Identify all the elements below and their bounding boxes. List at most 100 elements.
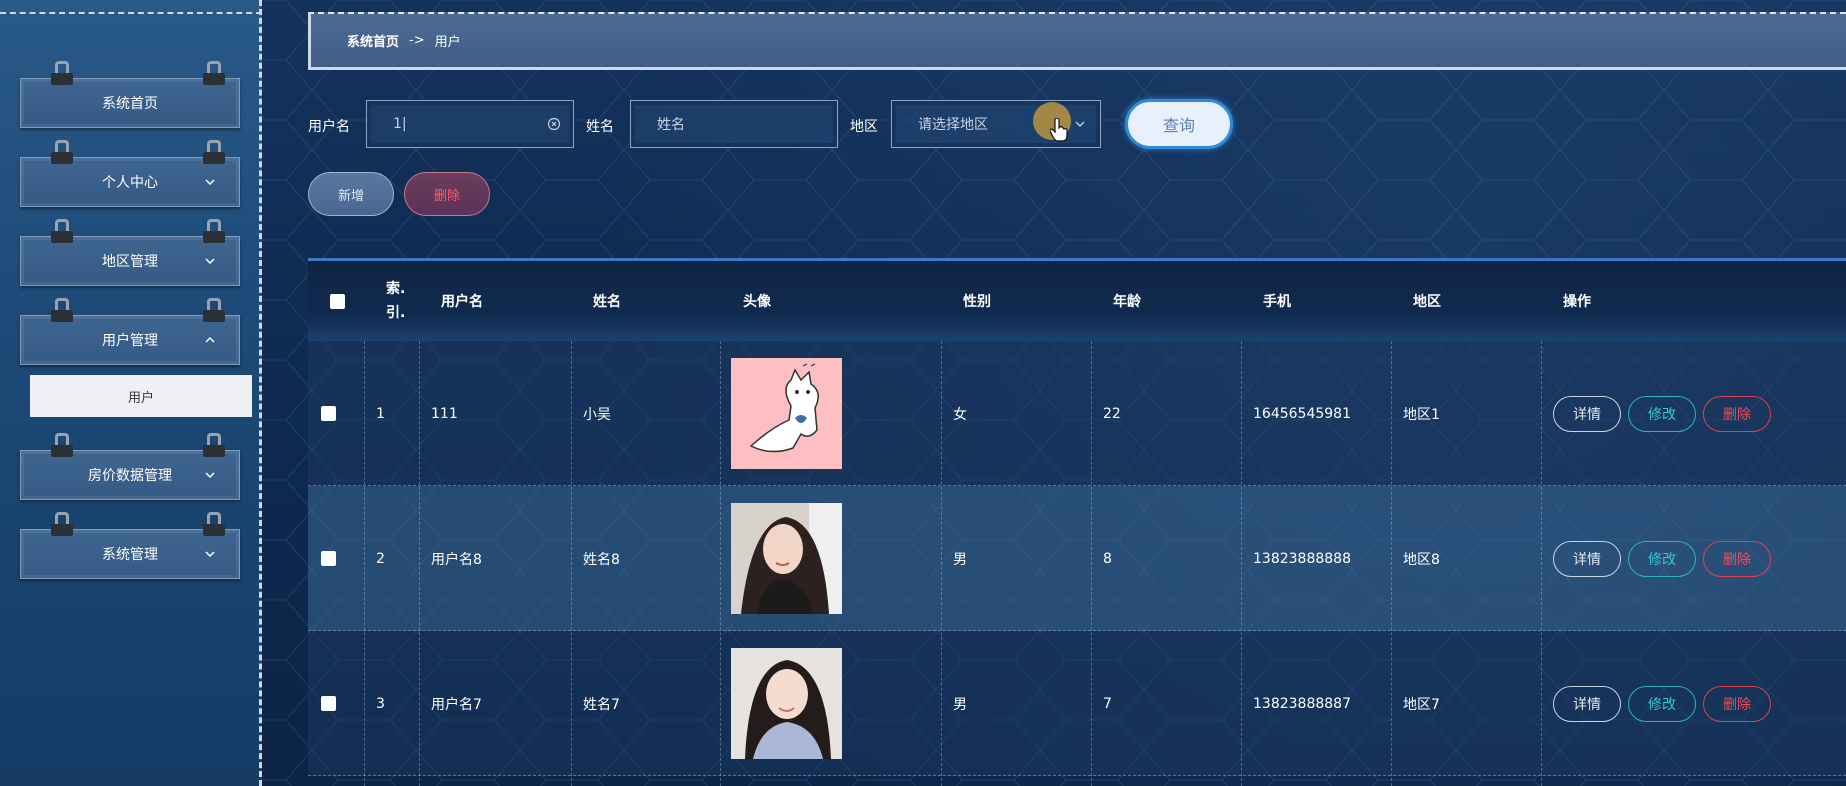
chevron-down-icon bbox=[205, 551, 215, 558]
binder-clip-icon bbox=[203, 512, 225, 540]
sidebar-item-region-management[interactable]: 地区管理 bbox=[20, 219, 240, 286]
binder-clip-icon bbox=[203, 298, 225, 326]
cell-gender: 男 bbox=[953, 551, 967, 568]
submenu-item-user[interactable]: 用户 bbox=[30, 375, 252, 417]
cell-phone: 13823888887 bbox=[1253, 695, 1351, 712]
cell-region: 地区7 bbox=[1403, 696, 1440, 713]
delete-button[interactable]: 删除 bbox=[1703, 685, 1771, 722]
table-header: 索. 引. 用户名 姓名 头像 性别 年龄 手机 地区 操作 bbox=[308, 261, 1846, 341]
clear-icon[interactable] bbox=[547, 117, 561, 131]
select-all-checkbox[interactable] bbox=[330, 261, 345, 341]
binder-clip-icon bbox=[203, 219, 225, 247]
username-input-value: 1| bbox=[393, 116, 407, 132]
sidebar-item-label: 个人中心 bbox=[102, 175, 158, 191]
add-button-label: 新增 bbox=[337, 188, 364, 204]
cell-gender: 女 bbox=[953, 406, 967, 423]
user-table: 索. 引. 用户名 姓名 头像 性别 年龄 手机 地区 操作 1 111 小吴 … bbox=[308, 258, 1846, 786]
edit-button[interactable]: 修改 bbox=[1628, 395, 1696, 432]
edit-button[interactable]: 修改 bbox=[1628, 685, 1696, 722]
column-header-index: 索. 引. bbox=[386, 261, 405, 341]
cell-avatar bbox=[731, 486, 842, 631]
cell-actions: 详情 修改 删除 bbox=[1553, 631, 1778, 776]
column-divider bbox=[1541, 341, 1542, 786]
sidebar-item-user-management[interactable]: 用户管理 bbox=[20, 298, 240, 365]
cell-username: 111 bbox=[431, 405, 458, 422]
cell-phone: 13823888888 bbox=[1253, 550, 1351, 567]
binder-clip-icon bbox=[51, 433, 73, 461]
column-header-index-line2: 引. bbox=[386, 305, 406, 321]
sidebar-item-label: 房价数据管理 bbox=[88, 468, 172, 484]
column-header-actions: 操作 bbox=[1563, 294, 1591, 310]
column-header-age: 年龄 bbox=[1113, 294, 1141, 310]
cell-age: 22 bbox=[1103, 405, 1121, 422]
chevron-down-icon bbox=[205, 179, 215, 186]
column-divider bbox=[941, 341, 942, 786]
photo-avatar[interactable] bbox=[731, 648, 842, 759]
cell-name: 小吴 bbox=[583, 406, 611, 423]
cell-index: 2 bbox=[376, 550, 385, 567]
column-header-name: 姓名 bbox=[593, 294, 621, 310]
binder-clip-icon bbox=[51, 61, 73, 89]
cell-actions: 详情 修改 删除 bbox=[1553, 341, 1778, 486]
name-input-placeholder: 姓名 bbox=[657, 117, 685, 133]
binder-clip-icon bbox=[203, 433, 225, 461]
column-header-gender: 性别 bbox=[963, 294, 991, 310]
detail-button[interactable]: 详情 bbox=[1553, 685, 1621, 722]
column-divider bbox=[720, 341, 721, 786]
table-row: 1 111 小吴 女 22 16456545981 地区1 详情 修改 删除 bbox=[308, 341, 1846, 486]
cell-index: 3 bbox=[376, 695, 385, 712]
name-label: 姓名 bbox=[586, 119, 614, 135]
cell-region: 地区8 bbox=[1403, 551, 1440, 568]
binder-clip-icon bbox=[51, 512, 73, 540]
breadcrumb-current: 用户 bbox=[434, 35, 461, 50]
chevron-up-icon bbox=[205, 336, 215, 343]
breadcrumb: 系统首页 -> 用户 bbox=[308, 12, 1846, 70]
cell-username: 用户名7 bbox=[431, 696, 482, 713]
photo-avatar[interactable] bbox=[731, 503, 842, 614]
table-row: 3 用户名7 姓名7 男 7 13823888887 地区7 详情 修改 删除 bbox=[308, 631, 1846, 776]
column-header-region: 地区 bbox=[1413, 294, 1441, 310]
detail-button[interactable]: 详情 bbox=[1553, 540, 1621, 577]
sidebar-item-house-price-management[interactable]: 房价数据管理 bbox=[20, 433, 240, 500]
chevron-down-icon bbox=[1075, 121, 1085, 127]
cell-region: 地区1 bbox=[1403, 406, 1440, 423]
cell-actions: 详情 修改 删除 bbox=[1553, 486, 1778, 631]
query-button[interactable]: 查询 bbox=[1125, 99, 1233, 149]
column-header-index-line1: 索. bbox=[386, 281, 406, 297]
sidebar: 系统首页 个人中心 地区管理 用户管理 用户 房价数据管理 系统管理 bbox=[0, 0, 262, 786]
query-button-label: 查询 bbox=[1162, 116, 1195, 135]
breadcrumb-home[interactable]: 系统首页 bbox=[347, 31, 399, 50]
batch-delete-button[interactable]: 删除 bbox=[404, 172, 490, 216]
cell-name: 姓名7 bbox=[583, 696, 620, 713]
row-checkbox[interactable] bbox=[321, 341, 336, 486]
cell-phone: 16456545981 bbox=[1253, 405, 1351, 422]
username-input[interactable]: 1| bbox=[366, 100, 574, 148]
sidebar-item-home[interactable]: 系统首页 bbox=[20, 61, 240, 128]
cartoon-cat-avatar[interactable] bbox=[731, 358, 842, 469]
column-divider bbox=[419, 341, 420, 786]
delete-button[interactable]: 删除 bbox=[1703, 395, 1771, 432]
cell-username: 用户名8 bbox=[431, 551, 482, 568]
batch-delete-button-label: 删除 bbox=[433, 188, 460, 204]
edit-button[interactable]: 修改 bbox=[1628, 540, 1696, 577]
name-input[interactable]: 姓名 bbox=[630, 100, 838, 148]
add-button[interactable]: 新增 bbox=[308, 172, 394, 216]
delete-button[interactable]: 删除 bbox=[1703, 540, 1771, 577]
binder-clip-icon bbox=[203, 61, 225, 89]
sidebar-item-label: 系统管理 bbox=[102, 547, 158, 563]
sidebar-item-personal-center[interactable]: 个人中心 bbox=[20, 140, 240, 207]
cell-index: 1 bbox=[376, 405, 385, 422]
cell-avatar bbox=[731, 341, 842, 486]
row-checkbox[interactable] bbox=[321, 486, 336, 631]
region-label: 地区 bbox=[850, 119, 878, 135]
row-checkbox[interactable] bbox=[321, 631, 336, 776]
submenu-item-label: 用户 bbox=[127, 390, 154, 406]
detail-button[interactable]: 详情 bbox=[1553, 395, 1621, 432]
column-header-username: 用户名 bbox=[441, 294, 483, 310]
sidebar-item-label: 地区管理 bbox=[102, 254, 158, 270]
column-divider bbox=[571, 341, 572, 786]
sidebar-item-system-management[interactable]: 系统管理 bbox=[20, 512, 240, 579]
table-row: 2 用户名8 姓名8 男 8 13823888888 地区8 详情 修改 删除 bbox=[308, 486, 1846, 631]
column-divider bbox=[364, 341, 365, 786]
sidebar-item-label: 用户管理 bbox=[102, 333, 158, 349]
